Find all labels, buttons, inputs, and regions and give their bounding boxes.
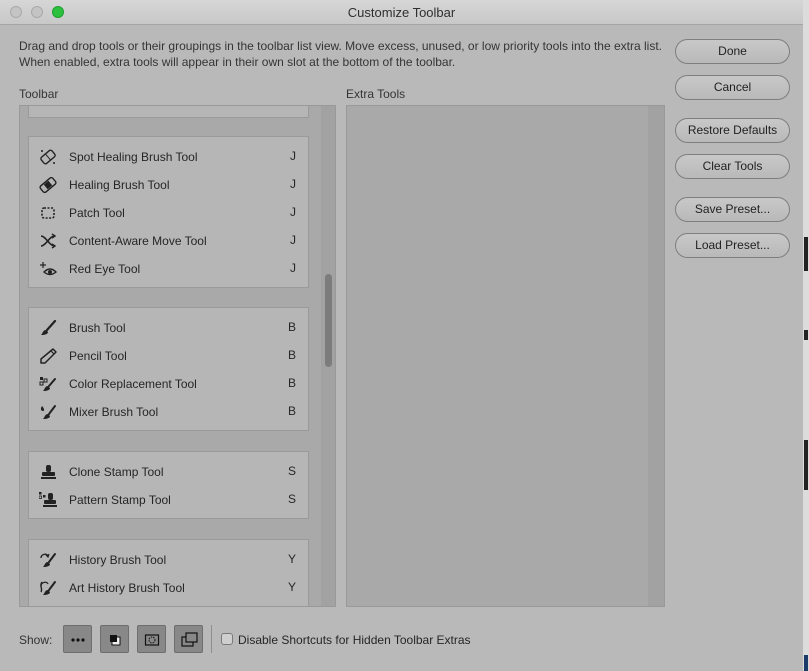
tool-name: Clone Stamp Tool: [69, 465, 164, 479]
tool-group-stamp[interactable]: Clone Stamp Tool S Pattern Stamp Tool S: [28, 451, 309, 519]
tool-name: Art History Brush Tool: [69, 581, 185, 595]
healing-brush-icon: [39, 177, 57, 193]
tool-row[interactable]: Content-Aware Move Tool J: [29, 227, 308, 255]
toolbar-list[interactable]: Spot Healing Brush Tool J Healing Brush …: [20, 106, 320, 606]
toolbar-scroll-thumb[interactable]: [325, 274, 332, 367]
tool-shortcut: B: [287, 320, 296, 334]
tool-name: Pattern Stamp Tool: [69, 493, 171, 507]
tool-name: Content-Aware Move Tool: [69, 234, 207, 248]
pencil-icon: [40, 348, 57, 364]
tool-name: Healing Brush Tool: [69, 178, 170, 192]
tool-row[interactable]: Spot Healing Brush Tool J: [29, 143, 308, 171]
tool-group-history[interactable]: History Brush Tool Y Art History Brush T…: [28, 539, 309, 606]
tool-row[interactable]: Color Replacement Tool B: [29, 370, 308, 398]
mixer-brush-icon: [40, 405, 56, 419]
screen-mode-icon: [181, 632, 198, 647]
brush-icon: [41, 320, 57, 335]
dialog-description: Drag and drop tools or their groupings i…: [19, 39, 662, 69]
cancel-button[interactable]: Cancel: [675, 75, 790, 100]
spot-healing-brush-icon: [40, 149, 56, 165]
tool-group-brush[interactable]: Brush Tool B Pencil Tool B Color Replace…: [28, 307, 309, 431]
tool-group-partial[interactable]: [28, 106, 309, 118]
tool-row[interactable]: Brush Tool B: [29, 314, 308, 342]
tool-name: Spot Healing Brush Tool: [69, 150, 198, 164]
foreground-background-icon: [110, 635, 121, 646]
restore-defaults-button[interactable]: Restore Defaults: [675, 118, 790, 143]
patch-icon: [41, 207, 55, 219]
tool-row[interactable]: Pencil Tool B: [29, 342, 308, 370]
tool-name: Color Replacement Tool: [69, 377, 197, 391]
tool-shortcut: J: [290, 233, 296, 247]
red-eye-icon: [40, 262, 57, 276]
show-quick-mask-button[interactable]: [137, 625, 166, 653]
tool-row[interactable]: Art History Brush Tool Y: [29, 574, 308, 602]
pattern-stamp-icon: [39, 492, 57, 507]
tool-row[interactable]: Patch Tool J: [29, 199, 308, 227]
tool-name: Pencil Tool: [69, 349, 127, 363]
tool-row[interactable]: Red Eye Tool J: [29, 255, 308, 283]
tool-row[interactable]: Pattern Stamp Tool S: [29, 486, 308, 514]
tool-name: Mixer Brush Tool: [69, 405, 159, 419]
extra-tools-panel[interactable]: [346, 105, 665, 607]
background-window-edge: [803, 0, 809, 671]
clone-stamp-icon: [41, 465, 56, 479]
footer-divider: [211, 625, 212, 653]
tool-shortcut: S: [287, 492, 296, 506]
quick-mask-icon: [144, 634, 160, 646]
tool-shortcut: B: [287, 376, 296, 390]
tool-row[interactable]: Clone Stamp Tool S: [29, 458, 308, 486]
tool-shortcut: J: [290, 149, 296, 163]
tool-shortcut: B: [287, 404, 296, 418]
tool-shortcut: S: [287, 464, 296, 478]
tool-name: Red Eye Tool: [69, 262, 141, 276]
title-bar: Customize Toolbar: [0, 0, 803, 25]
art-history-brush-icon: [40, 581, 56, 595]
toolbar-label: Toolbar: [19, 87, 59, 101]
show-label: Show:: [19, 633, 53, 647]
color-replacement-icon: [39, 377, 56, 391]
tool-row[interactable]: Mixer Brush Tool B: [29, 398, 308, 426]
extra-tools-scrollbar[interactable]: [648, 106, 664, 606]
show-screen-mode-button[interactable]: [174, 625, 203, 653]
window-title: Customize Toolbar: [347, 5, 456, 20]
tool-shortcut: B: [287, 348, 296, 362]
extra-tools-label: Extra Tools: [346, 87, 406, 101]
tool-name: Brush Tool: [69, 321, 126, 335]
tool-group-healing[interactable]: Spot Healing Brush Tool J Healing Brush …: [28, 136, 309, 288]
more-icon: [71, 638, 85, 642]
toolbar-scrollbar[interactable]: [321, 106, 335, 606]
history-brush-icon: [40, 553, 56, 567]
customize-toolbar-dialog: Customize Toolbar Drag and drop tools or…: [0, 0, 804, 671]
content-aware-move-icon: [40, 233, 57, 249]
disable-shortcuts-label[interactable]: Disable Shortcuts for Hidden Toolbar Ext…: [238, 633, 471, 647]
save-preset-button[interactable]: Save Preset...: [675, 197, 790, 222]
clear-tools-button[interactable]: Clear Tools: [675, 154, 790, 179]
tool-name: History Brush Tool: [69, 553, 167, 567]
tool-shortcut: J: [290, 205, 296, 219]
tool-row[interactable]: Healing Brush Tool J: [29, 171, 308, 199]
tool-row[interactable]: History Brush Tool Y: [29, 546, 308, 574]
tool-shortcut: Y: [287, 552, 296, 566]
done-button[interactable]: Done: [675, 39, 790, 64]
tool-shortcut: Y: [287, 580, 296, 594]
load-preset-button[interactable]: Load Preset...: [675, 233, 790, 258]
tool-shortcut: J: [290, 261, 296, 275]
tool-name: Patch Tool: [69, 206, 125, 220]
show-more-button[interactable]: [63, 625, 92, 653]
tool-shortcut: J: [290, 177, 296, 191]
disable-shortcuts-checkbox[interactable]: [221, 633, 233, 645]
show-foreground-background-button[interactable]: [100, 625, 129, 653]
toolbar-list-panel[interactable]: Spot Healing Brush Tool J Healing Brush …: [19, 105, 336, 607]
